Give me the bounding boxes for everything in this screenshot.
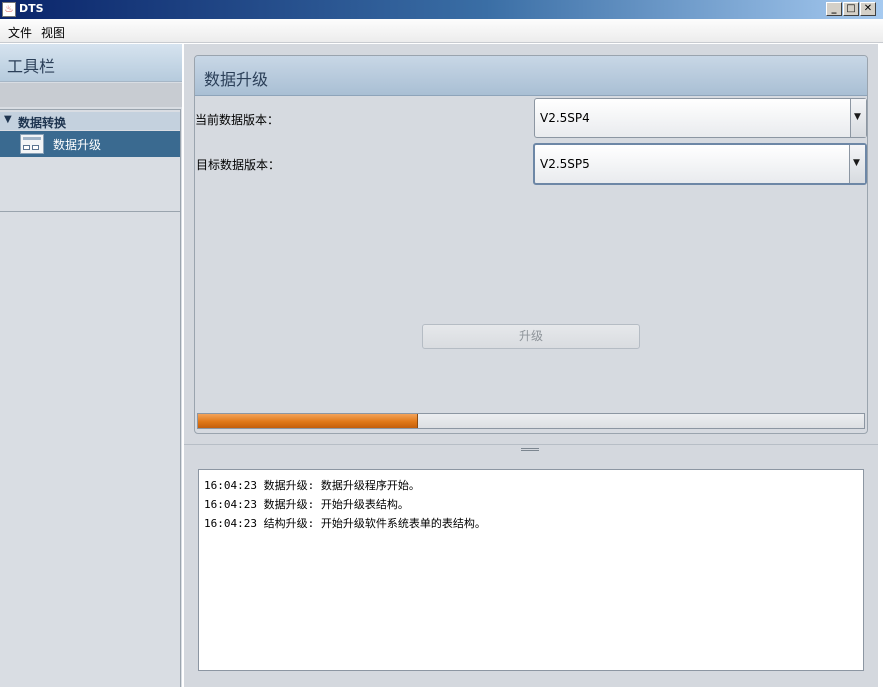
toolbar-header: 工具栏 (0, 44, 182, 82)
toolbar-title: 工具栏 (7, 57, 56, 76)
panel-header: 数据升级 (195, 56, 867, 96)
splitter-grip-icon[interactable] (521, 448, 539, 451)
log-output[interactable]: 16:04:23 数据升级: 数据升级程序开始。 16:04:23 数据升级: … (198, 469, 864, 671)
menu-file[interactable]: 文件 (8, 24, 32, 41)
split-pane-divider[interactable] (184, 444, 883, 453)
tree-item-data-upgrade[interactable]: 数据升级 (0, 131, 180, 157)
menu-bar: 文件 视图 (0, 19, 883, 43)
current-version-value: V2.5SP4 (540, 111, 590, 125)
tree-divider (0, 211, 180, 212)
tree-item-label: 数据升级 (53, 138, 102, 152)
toolbar-area (0, 83, 182, 107)
minimize-button[interactable]: _ (826, 2, 842, 16)
tree-group-data-conversion[interactable]: ▼ 数据转换 (0, 112, 180, 130)
java-app-icon: ♨ (2, 2, 16, 17)
panel-title: 数据升级 (204, 70, 269, 89)
current-version-dropdown-button[interactable]: ▼ (850, 99, 866, 137)
current-version-label: 当前数据版本： (195, 113, 280, 127)
window-form-icon (20, 134, 44, 154)
triangle-down-icon[interactable]: ▼ (4, 114, 12, 125)
title-bar: ♨ DTS _ □ ✕ (0, 0, 883, 19)
nav-tree: ▼ 数据转换 数据升级 (0, 109, 181, 687)
target-version-label: 目标数据版本： (196, 158, 281, 172)
left-panel: 工具栏 ▼ 数据转换 数据升级 (0, 44, 182, 687)
close-button[interactable]: ✕ (860, 2, 876, 16)
tree-group-label: 数据转换 (18, 116, 67, 130)
log-line: 16:04:23 结构升级: 开始升级软件系统表单的表结构。 (204, 517, 486, 530)
target-version-select[interactable]: V2.5SP5 ▼ (533, 143, 867, 185)
chevron-down-icon: ▼ (853, 158, 860, 168)
chevron-down-icon: ▼ (854, 112, 861, 122)
upgrade-progress-bar (197, 413, 865, 429)
target-version-value: V2.5SP5 (540, 157, 590, 171)
maximize-button[interactable]: □ (843, 2, 859, 16)
log-line: 16:04:23 数据升级: 数据升级程序开始。 (204, 479, 420, 492)
window-edge (878, 44, 883, 687)
main-area: 数据升级 当前数据版本： V2.5SP4 ▼ 目标数据版本： V2.5SP5 ▼… (184, 44, 883, 687)
window-title: DTS (19, 2, 44, 15)
upgrade-button[interactable]: 升级 (422, 324, 640, 349)
upgrade-panel: 数据升级 当前数据版本： V2.5SP4 ▼ 目标数据版本： V2.5SP5 ▼… (194, 55, 868, 434)
progress-fill (198, 414, 418, 428)
log-line: 16:04:23 数据升级: 开始升级表结构。 (204, 498, 409, 511)
target-version-dropdown-button[interactable]: ▼ (849, 145, 865, 183)
menu-view[interactable]: 视图 (41, 24, 65, 41)
current-version-select[interactable]: V2.5SP4 ▼ (534, 98, 867, 138)
